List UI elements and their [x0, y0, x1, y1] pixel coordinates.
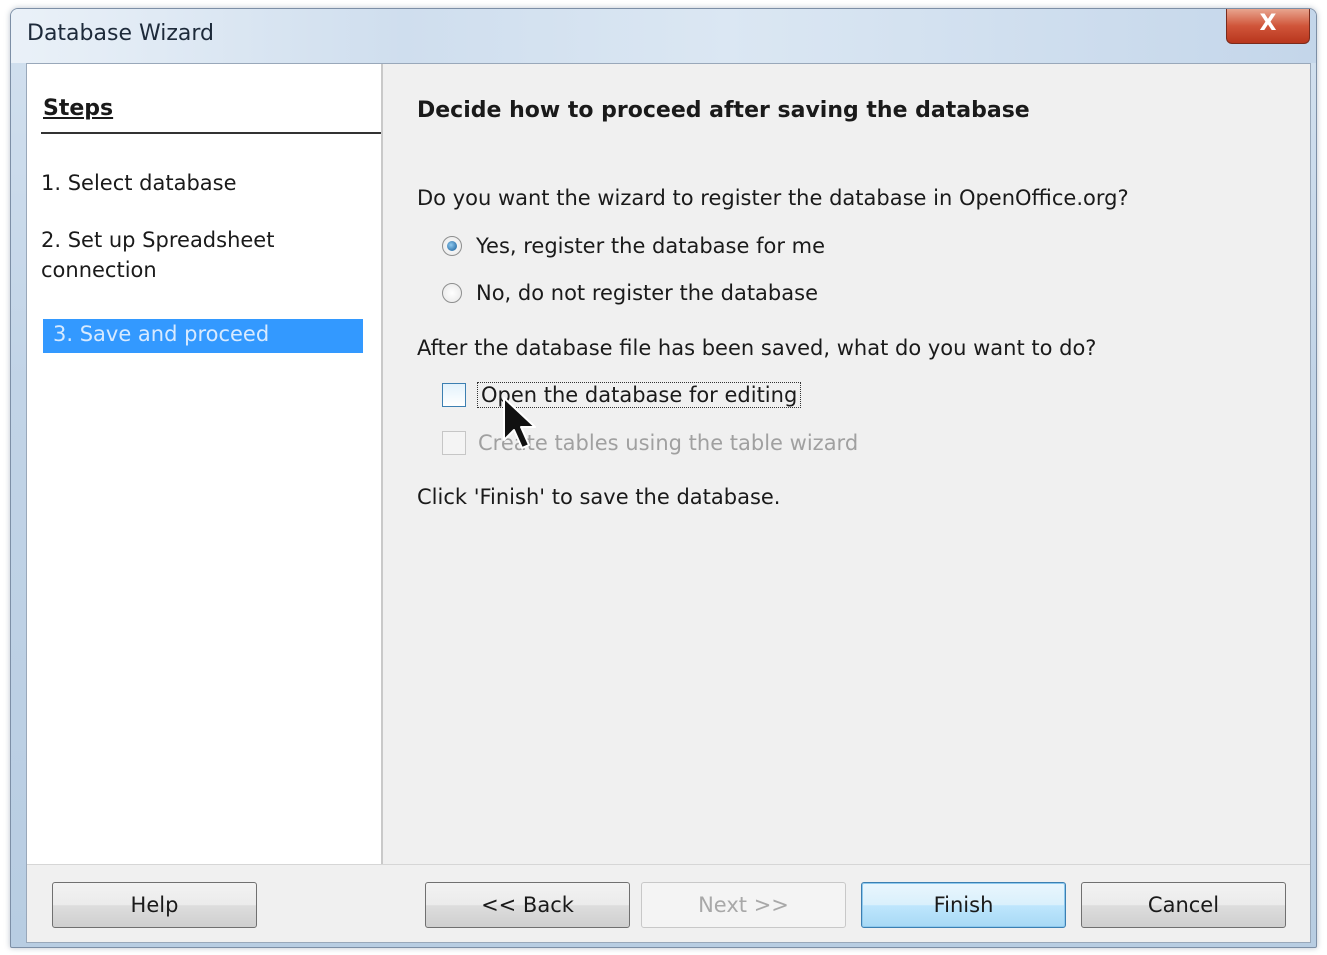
register-yes-radio[interactable]: Yes, register the database for me: [442, 231, 825, 261]
radio-checked-icon[interactable]: [442, 236, 462, 256]
after-save-question: After the database file has been saved, …: [417, 336, 1097, 360]
back-button[interactable]: << Back: [425, 882, 630, 928]
register-no-radio[interactable]: No, do not register the database: [442, 278, 818, 308]
finish-button[interactable]: Finish: [861, 882, 1066, 928]
checkbox-disabled-icon: [442, 431, 466, 455]
steps-heading: Steps: [43, 96, 114, 121]
checkbox-icon[interactable]: [442, 383, 466, 407]
dialog-client-area: Steps 1. Select database 2. Set up Sprea…: [26, 63, 1311, 943]
register-question: Do you want the wizard to register the d…: [417, 186, 1129, 210]
steps-panel: Steps 1. Select database 2. Set up Sprea…: [27, 64, 383, 864]
title-bar[interactable]: Database Wizard X: [11, 9, 1316, 63]
main-panel: Decide how to proceed after saving the d…: [417, 64, 1310, 864]
window-title: Database Wizard: [27, 21, 214, 46]
database-wizard-window: Database Wizard X Steps 1. Select databa…: [10, 8, 1317, 948]
cancel-button[interactable]: Cancel: [1081, 882, 1286, 928]
arrow-cursor-icon: [503, 397, 536, 449]
step-save-and-proceed[interactable]: 3. Save and proceed: [43, 319, 363, 353]
finish-hint: Click 'Finish' to save the database.: [417, 485, 781, 509]
close-button[interactable]: X: [1226, 9, 1310, 44]
register-no-label[interactable]: No, do not register the database: [476, 281, 818, 305]
steps-divider: [41, 132, 381, 134]
page-title: Decide how to proceed after saving the d…: [417, 98, 1030, 123]
step-select-database[interactable]: 1. Select database: [41, 168, 237, 198]
footer-divider: [27, 864, 1310, 865]
close-icon: X: [1259, 11, 1277, 36]
open-for-editing-checkbox[interactable]: Open the database for editing: [442, 380, 802, 410]
step-set-up-spreadsheet[interactable]: 2. Set up Spreadsheet connection: [41, 225, 341, 285]
help-button[interactable]: Help: [52, 882, 257, 928]
radio-unchecked-icon[interactable]: [442, 283, 462, 303]
register-yes-label[interactable]: Yes, register the database for me: [476, 234, 825, 258]
next-button[interactable]: Next >>: [641, 882, 846, 928]
